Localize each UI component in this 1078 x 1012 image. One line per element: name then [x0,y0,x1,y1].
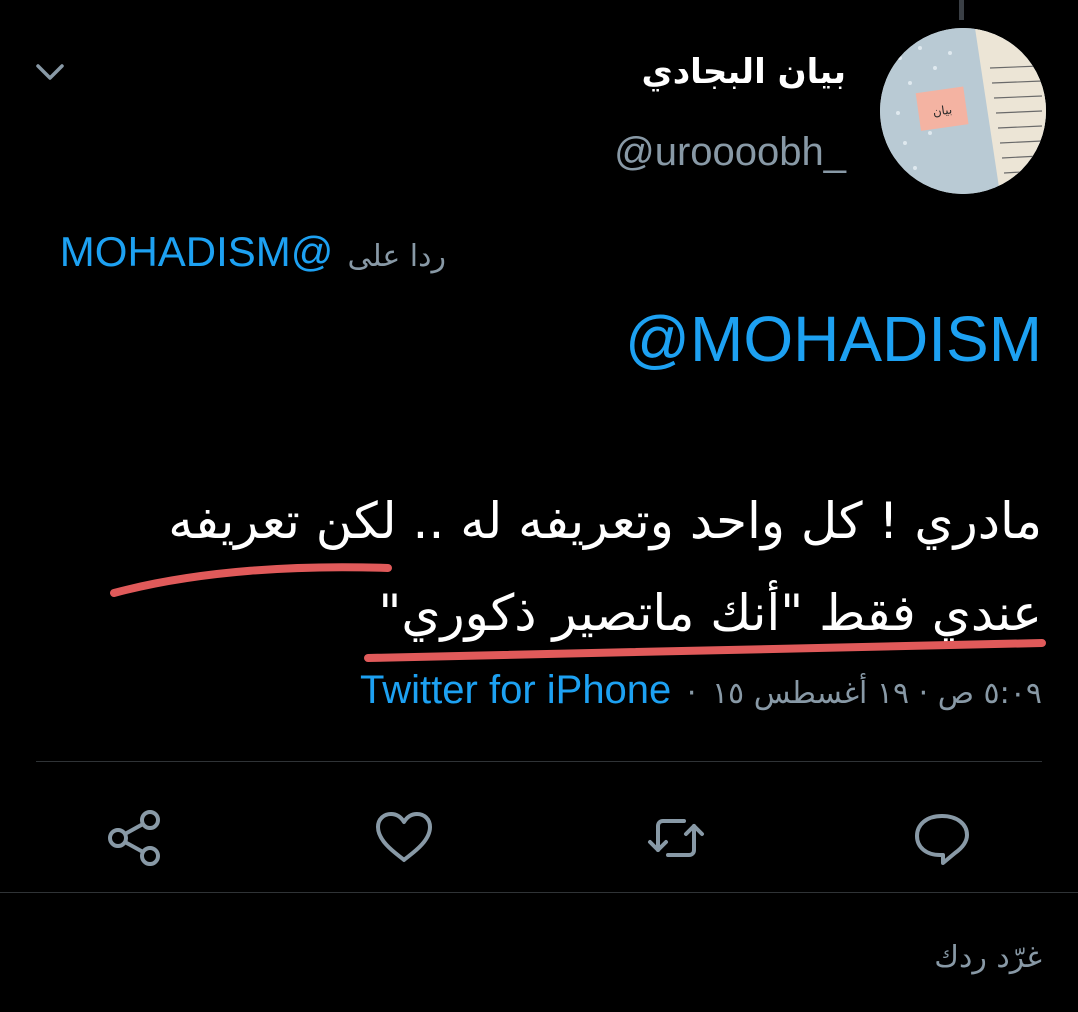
chevron-down-icon[interactable] [30,58,70,88]
replying-to-mention-link[interactable]: @MOHADISM [60,228,334,275]
avatar-note-text: بيان [932,102,953,119]
reply-icon [915,814,969,865]
avatar-image: بيان [880,28,1046,194]
tweet-text-line-2: عندي فقط "أنك ماتصير ذكوري" [378,584,1042,642]
tweet-text: مادري ! كل واحد وتعريفه له .. لكن تعريفه… [32,475,1042,659]
replying-to: ردا على @MOHADISM [60,228,446,276]
tweet-timestamp: ٥:٠٩ ص · ١٩ أغسطس ١٥ [711,676,1042,711]
retweet-icon [648,819,704,857]
metadata-separator: · [686,676,697,711]
tweet-mention-link[interactable]: @MOHADISM [625,302,1042,376]
reply-button[interactable] [910,806,974,870]
heart-icon [376,812,432,862]
tweet-metadata: ٥:٠٩ ص · ١٩ أغسطس ١٥ · Twitter for iPhon… [360,668,1042,713]
display-name[interactable]: بيان البجادي [642,52,846,92]
user-handle[interactable]: @uroooobh_ [614,130,846,175]
divider [36,761,1042,762]
tweet-source-link[interactable]: Twitter for iPhone [360,668,671,712]
tweet-text-line-1: مادري ! كل واحد وتعريفه له .. لكن تعريفه [168,492,1042,550]
avatar[interactable]: بيان [880,28,1046,194]
like-button[interactable] [372,806,436,870]
share-button[interactable] [102,806,166,870]
thread-connector-line [959,0,964,20]
share-icon [108,810,160,866]
divider [0,892,1078,893]
retweet-button[interactable] [644,806,708,870]
reply-composer-input[interactable]: غرّد ردك [934,940,1042,975]
replying-to-label: ردا على [347,239,446,274]
